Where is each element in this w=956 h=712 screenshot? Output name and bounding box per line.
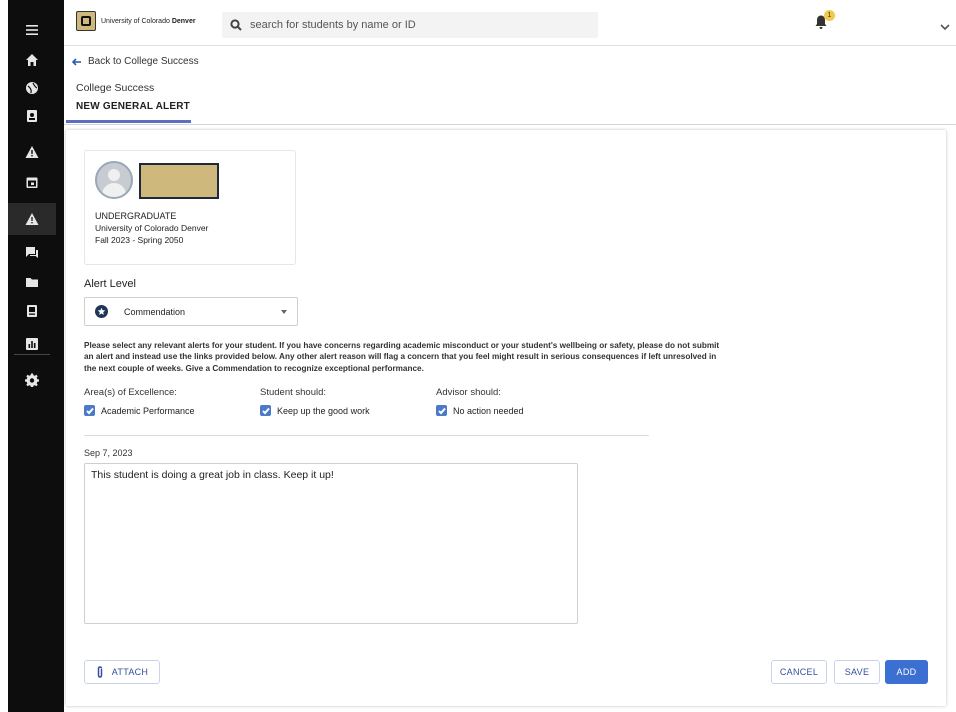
checkbox-label: Academic Performance bbox=[101, 405, 195, 416]
attach-button[interactable]: ATTACH bbox=[84, 660, 160, 684]
student-term: Fall 2023 - Spring 2050 bbox=[95, 235, 184, 245]
avatar bbox=[95, 161, 133, 199]
student-school: University of Colorado Denver bbox=[95, 223, 209, 233]
notifications-button[interactable]: 1 bbox=[814, 10, 835, 32]
folder-icon[interactable] bbox=[8, 266, 56, 298]
cu-logo-icon bbox=[76, 11, 96, 31]
warning-icon[interactable] bbox=[8, 136, 56, 168]
logo-text: University of Colorado Denver bbox=[101, 18, 196, 25]
student-card: UNDERGRADUATE University of Colorado Den… bbox=[84, 150, 296, 265]
top-bar: University of Colorado Denver 1 bbox=[64, 0, 956, 46]
search-input[interactable] bbox=[250, 19, 580, 31]
search-bar[interactable] bbox=[222, 12, 598, 38]
alert-form-card: UNDERGRADUATE University of Colorado Den… bbox=[66, 130, 946, 706]
checkbox-checked-icon bbox=[436, 405, 447, 416]
no-action-needed-checkbox[interactable]: No action needed bbox=[436, 405, 524, 416]
back-link[interactable]: Back to College Success bbox=[72, 56, 199, 67]
cancel-button[interactable]: CANCEL bbox=[771, 660, 827, 684]
attach-label: ATTACH bbox=[111, 667, 149, 677]
alerts-icon-active[interactable] bbox=[8, 203, 56, 235]
checkbox-checked-icon bbox=[260, 405, 271, 416]
settings-gear-icon[interactable] bbox=[8, 364, 56, 396]
reports-icon[interactable] bbox=[8, 328, 56, 360]
logo-bold: Denver bbox=[171, 17, 196, 25]
keep-up-good-work-checkbox[interactable]: Keep up the good work bbox=[260, 405, 370, 416]
alert-level-select[interactable]: Commendation bbox=[84, 297, 298, 326]
note-textarea[interactable]: This student is doing a great job in cla… bbox=[84, 463, 578, 624]
back-link-label: Back to College Success bbox=[88, 56, 199, 67]
sidebar-nav bbox=[8, 0, 64, 712]
student-should-header: Student should: bbox=[260, 387, 327, 398]
account-menu-chevron[interactable] bbox=[940, 18, 950, 36]
redacted-student-name bbox=[139, 163, 219, 199]
alert-level-value: Commendation bbox=[124, 306, 186, 317]
notification-count-badge: 1 bbox=[824, 10, 835, 21]
university-logo[interactable]: University of Colorado Denver bbox=[76, 11, 196, 31]
sidebar-divider bbox=[14, 354, 50, 355]
checkbox-label: Keep up the good work bbox=[277, 405, 370, 416]
note-date: Sep 7, 2023 bbox=[84, 448, 133, 458]
menu-icon[interactable] bbox=[8, 14, 56, 46]
contact-card-icon[interactable] bbox=[8, 100, 56, 132]
paperclip-icon bbox=[97, 666, 103, 678]
section-divider bbox=[84, 435, 649, 436]
id-badge-icon[interactable] bbox=[8, 295, 56, 327]
arrow-left-icon bbox=[72, 57, 81, 66]
checkbox-label: No action needed bbox=[453, 405, 524, 416]
chat-icon[interactable] bbox=[8, 236, 56, 268]
tab-new-general-alert[interactable]: NEW GENERAL ALERT bbox=[66, 97, 191, 123]
header-divider bbox=[64, 124, 956, 125]
logo-prefix: University of Colorado bbox=[101, 17, 170, 25]
student-level: UNDERGRADUATE bbox=[95, 211, 177, 221]
breadcrumb[interactable]: College Success bbox=[76, 82, 154, 94]
chevron-down-icon bbox=[940, 24, 950, 31]
save-button[interactable]: SAVE bbox=[834, 660, 880, 684]
alert-instructions: Please select any relevant alerts for yo… bbox=[84, 341, 720, 373]
area-of-excellence-header: Area(s) of Excellence: bbox=[84, 387, 177, 398]
alert-level-label: Alert Level bbox=[84, 278, 136, 290]
advisor-should-header: Advisor should: bbox=[436, 387, 501, 398]
commendation-star-icon bbox=[95, 305, 108, 318]
search-icon bbox=[230, 19, 242, 31]
checkbox-checked-icon bbox=[84, 405, 95, 416]
sidebar bbox=[0, 0, 64, 712]
dropdown-arrow-icon bbox=[281, 310, 287, 314]
calendar-icon[interactable] bbox=[8, 166, 56, 198]
academic-performance-checkbox[interactable]: Academic Performance bbox=[84, 405, 195, 416]
add-button[interactable]: ADD bbox=[885, 660, 928, 684]
